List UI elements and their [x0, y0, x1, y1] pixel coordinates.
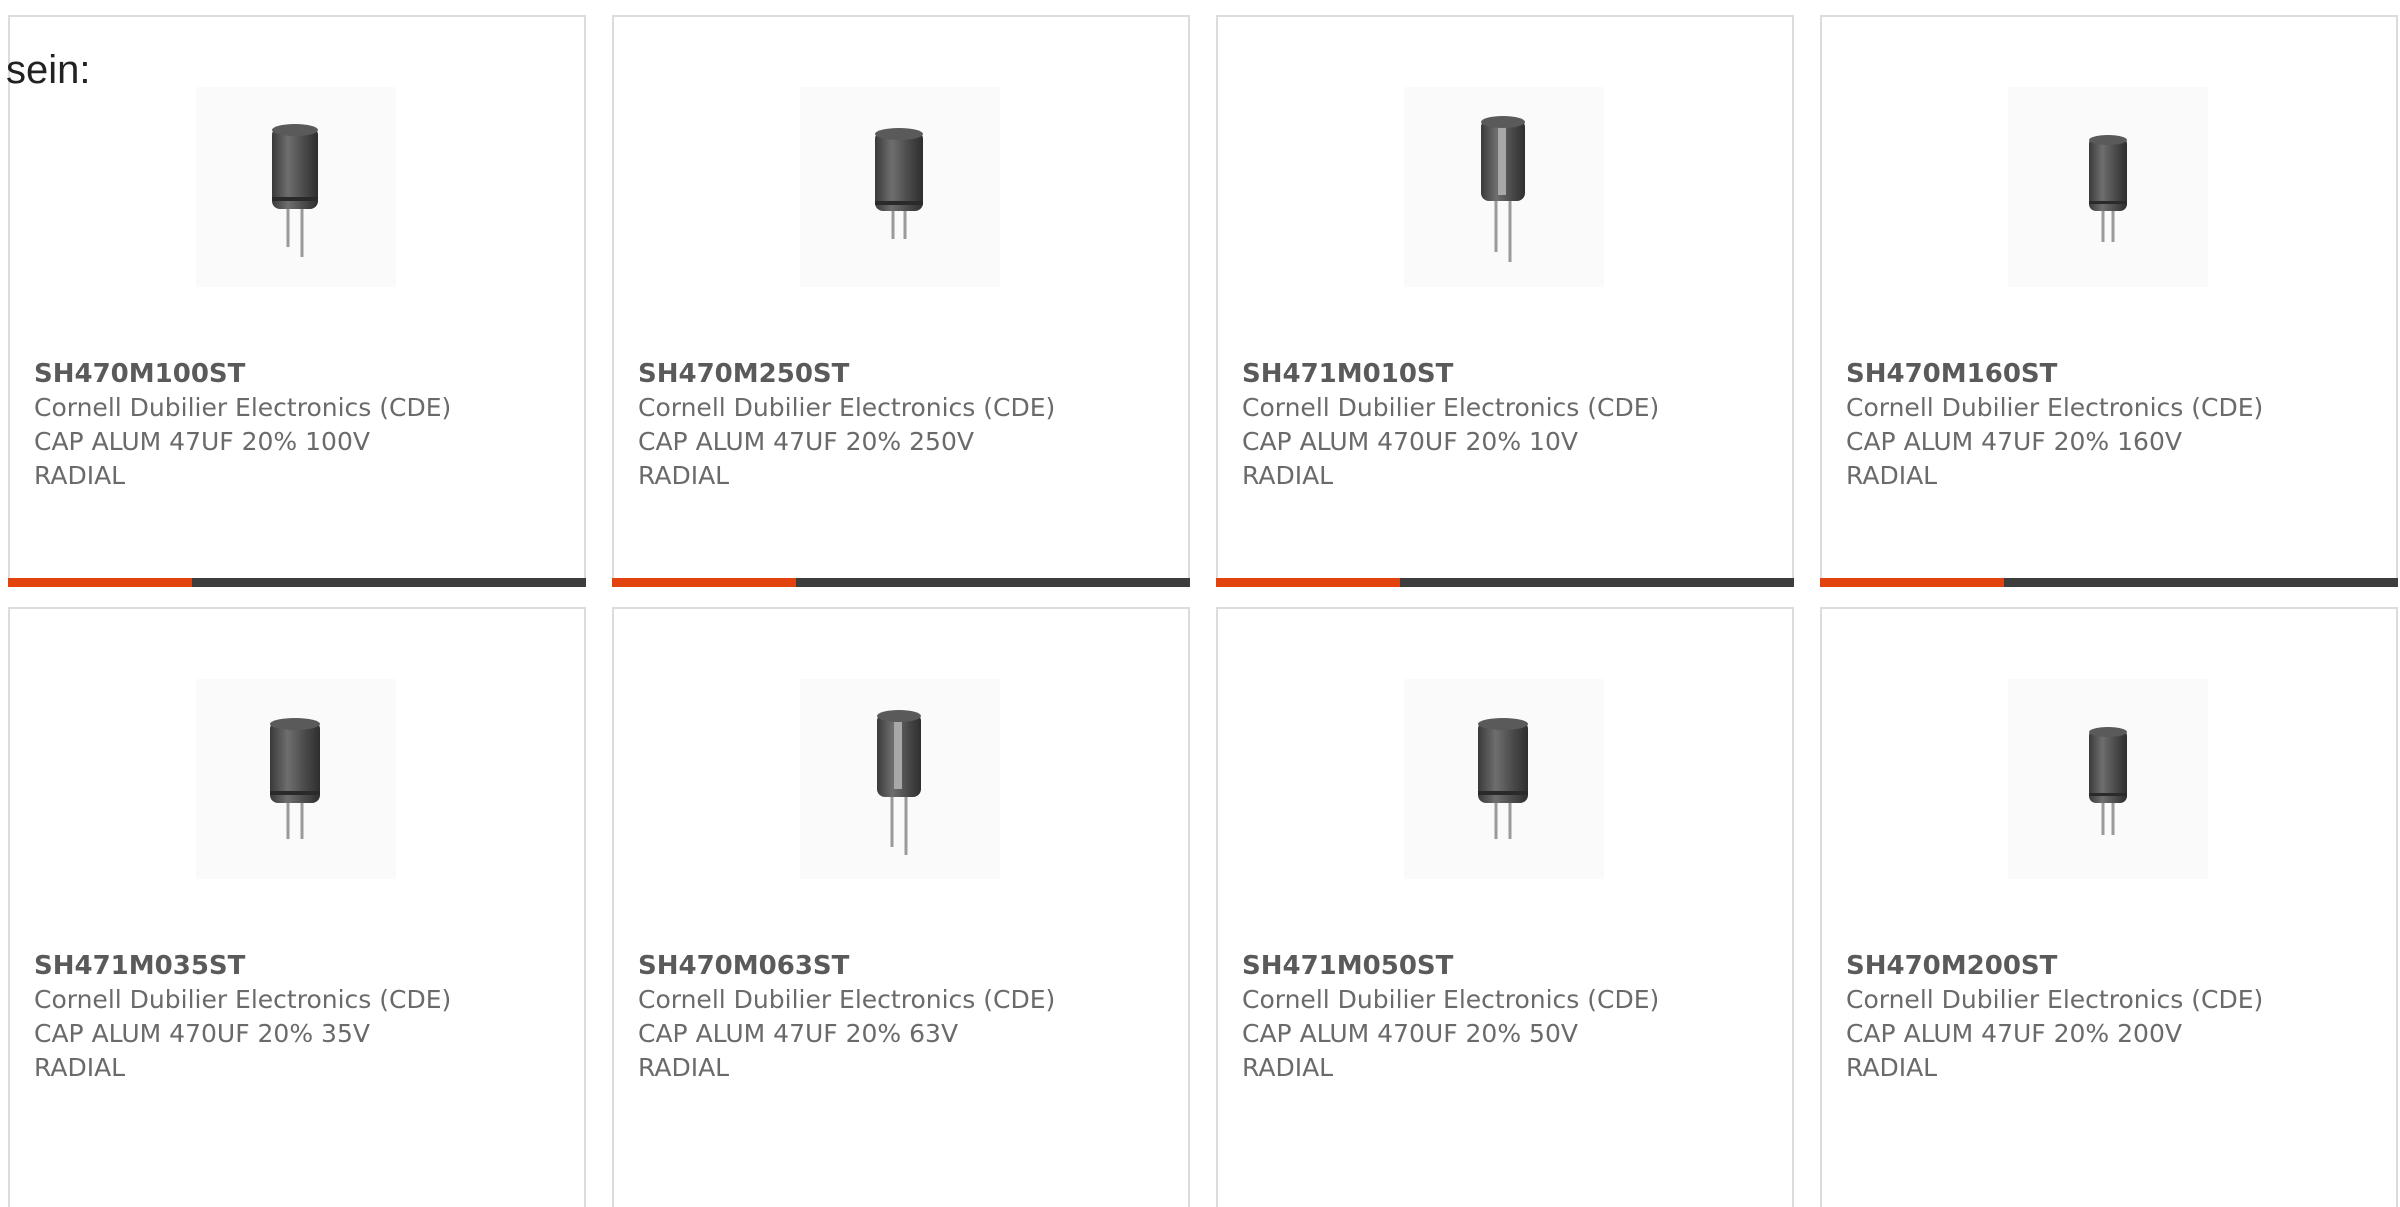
description: CAP ALUM 47UF 20% 63V: [638, 1019, 959, 1048]
description: CAP ALUM 470UF 20% 10V: [1242, 427, 1578, 456]
package: RADIAL: [638, 1053, 730, 1082]
package: RADIAL: [638, 461, 730, 490]
product-card[interactable]: SH470M063ST Cornell Dubilier Electronics…: [612, 607, 1190, 1207]
package: RADIAL: [34, 461, 126, 490]
description: CAP ALUM 47UF 20% 160V: [1846, 427, 2182, 456]
product-image[interactable]: [2008, 679, 2208, 879]
description: CAP ALUM 470UF 20% 50V: [1242, 1019, 1578, 1048]
radial-capacitor-icon: [270, 718, 320, 839]
radial-capacitor-icon: [877, 710, 921, 855]
card-hover-accent: [1820, 578, 2004, 587]
package: RADIAL: [1242, 1053, 1334, 1082]
card-hover-bar: [1820, 578, 2398, 587]
package: RADIAL: [1242, 461, 1334, 490]
card-hover-bar: [8, 578, 586, 587]
description: CAP ALUM 47UF 20% 100V: [34, 427, 370, 456]
product-card[interactable]: SH470M200ST Cornell Dubilier Electronics…: [1820, 607, 2398, 1207]
package: RADIAL: [1846, 461, 1938, 490]
part-number-link[interactable]: SH470M100ST: [34, 357, 574, 391]
radial-capacitor-icon: [272, 124, 318, 257]
product-card[interactable]: SH470M100ST Cornell Dubilier Electronics…: [8, 15, 586, 587]
product-grid: SH470M100ST Cornell Dubilier Electronics…: [8, 15, 2400, 1207]
manufacturer: Cornell Dubilier Electronics (CDE): [1242, 393, 1660, 422]
radial-capacitor-icon: [1478, 718, 1528, 839]
card-hover-accent: [8, 578, 192, 587]
product-image[interactable]: [800, 679, 1000, 879]
product-card[interactable]: SH470M250ST Cornell Dubilier Electronics…: [612, 15, 1190, 587]
product-info: SH470M063ST Cornell Dubilier Electronics…: [638, 949, 1178, 1085]
product-info: SH470M200ST Cornell Dubilier Electronics…: [1846, 949, 2386, 1085]
description: CAP ALUM 47UF 20% 200V: [1846, 1019, 2182, 1048]
part-number-link[interactable]: SH471M035ST: [34, 949, 574, 983]
product-image[interactable]: [1404, 679, 1604, 879]
radial-capacitor-icon: [2089, 135, 2127, 242]
product-card[interactable]: SH471M010ST Cornell Dubilier Electronics…: [1216, 15, 1794, 587]
radial-capacitor-icon: [875, 128, 923, 239]
radial-capacitor-icon: [2089, 727, 2127, 835]
product-image[interactable]: [196, 679, 396, 879]
manufacturer: Cornell Dubilier Electronics (CDE): [34, 985, 452, 1014]
part-number-link[interactable]: SH471M050ST: [1242, 949, 1782, 983]
package: RADIAL: [1846, 1053, 1938, 1082]
part-number-link[interactable]: SH470M063ST: [638, 949, 1178, 983]
product-info: SH471M050ST Cornell Dubilier Electronics…: [1242, 949, 1782, 1085]
part-number-link[interactable]: SH470M200ST: [1846, 949, 2386, 983]
product-card[interactable]: SH471M050ST Cornell Dubilier Electronics…: [1216, 607, 1794, 1207]
product-info: SH471M035ST Cornell Dubilier Electronics…: [34, 949, 574, 1085]
product-card[interactable]: SH470M160ST Cornell Dubilier Electronics…: [1820, 15, 2398, 587]
package: RADIAL: [34, 1053, 126, 1082]
card-hover-accent: [1216, 578, 1400, 587]
part-number-link[interactable]: SH470M160ST: [1846, 357, 2386, 391]
manufacturer: Cornell Dubilier Electronics (CDE): [638, 985, 1056, 1014]
product-info: SH470M250ST Cornell Dubilier Electronics…: [638, 357, 1178, 493]
product-info: SH471M010ST Cornell Dubilier Electronics…: [1242, 357, 1782, 493]
manufacturer: Cornell Dubilier Electronics (CDE): [1846, 393, 2264, 422]
description: CAP ALUM 470UF 20% 35V: [34, 1019, 370, 1048]
manufacturer: Cornell Dubilier Electronics (CDE): [1846, 985, 2264, 1014]
part-number-link[interactable]: SH470M250ST: [638, 357, 1178, 391]
manufacturer: Cornell Dubilier Electronics (CDE): [1242, 985, 1660, 1014]
card-hover-accent: [612, 578, 796, 587]
description: CAP ALUM 47UF 20% 250V: [638, 427, 974, 456]
manufacturer: Cornell Dubilier Electronics (CDE): [638, 393, 1056, 422]
product-image[interactable]: [196, 87, 396, 287]
card-hover-bar: [1216, 578, 1794, 587]
product-info: SH470M160ST Cornell Dubilier Electronics…: [1846, 357, 2386, 493]
part-number-link[interactable]: SH471M010ST: [1242, 357, 1782, 391]
product-info: SH470M100ST Cornell Dubilier Electronics…: [34, 357, 574, 493]
product-card[interactable]: SH471M035ST Cornell Dubilier Electronics…: [8, 607, 586, 1207]
product-image[interactable]: [2008, 87, 2208, 287]
manufacturer: Cornell Dubilier Electronics (CDE): [34, 393, 452, 422]
intro-text: sein:: [6, 48, 91, 92]
product-image[interactable]: [1404, 87, 1604, 287]
card-hover-bar: [612, 578, 1190, 587]
radial-capacitor-icon: [1481, 116, 1525, 262]
product-image[interactable]: [800, 87, 1000, 287]
